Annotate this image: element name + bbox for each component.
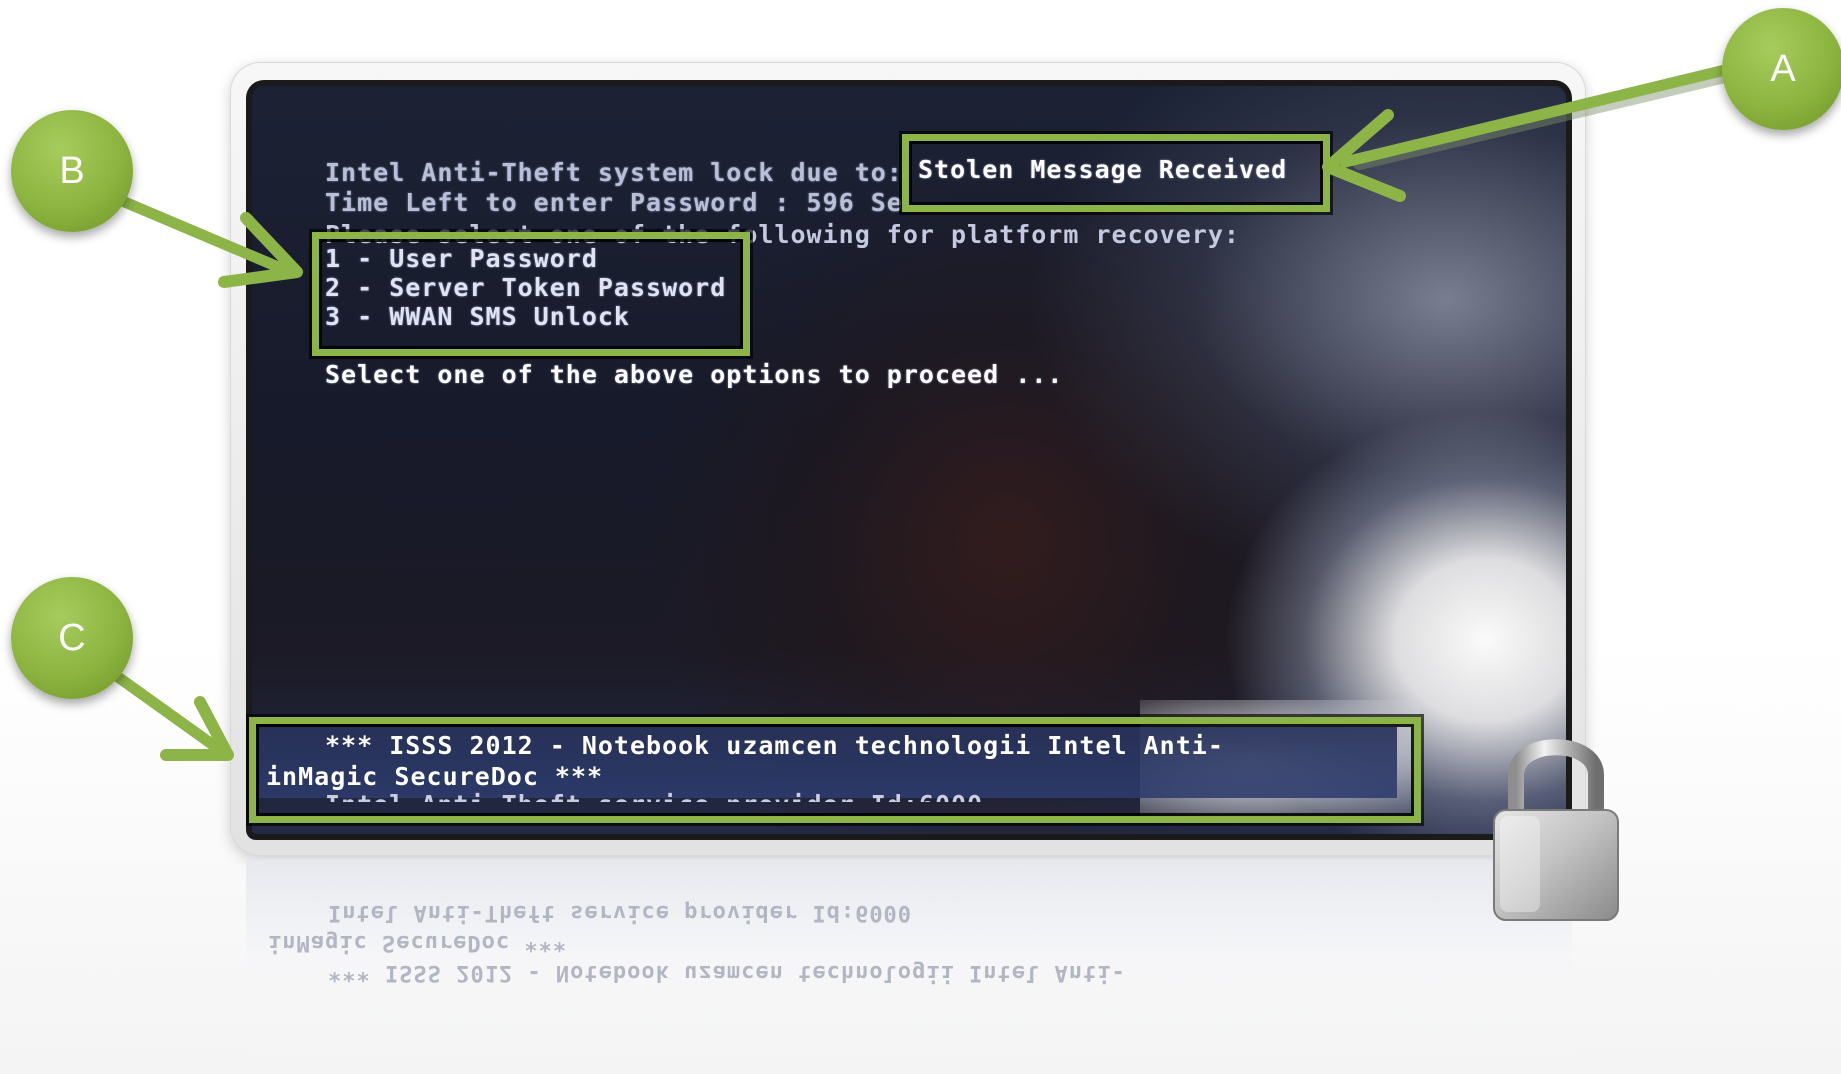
highlight-box-c <box>249 717 1421 823</box>
lock-message-prefix: Intel Anti-Theft system lock due to: <box>325 158 903 187</box>
callout-c-label: C <box>58 616 86 659</box>
callout-b-label: B <box>59 149 85 192</box>
callout-a-label: A <box>1770 47 1796 90</box>
reflection-line-3: *** ISSS 2012 - Notebook uzamcen technol… <box>328 960 1126 985</box>
time-left-line: Time Left to enter Password : 596 Se <box>325 188 903 217</box>
screen-reflection: Intel Anti-Theft service provider Id:600… <box>246 860 1572 1074</box>
reflection-line-1: Intel Anti-Theft service provider Id:600… <box>328 900 913 925</box>
callout-b: B <box>11 110 133 232</box>
proceed-prompt: Select one of the above options to proce… <box>325 360 1064 389</box>
reflection-line-2: inMagic SecureDoc *** <box>268 930 568 955</box>
callout-c: C <box>11 577 133 699</box>
highlight-box-a <box>902 134 1330 212</box>
padlock-icon <box>1493 739 1619 921</box>
highlight-box-b <box>312 232 750 356</box>
callout-a: A <box>1722 8 1841 130</box>
